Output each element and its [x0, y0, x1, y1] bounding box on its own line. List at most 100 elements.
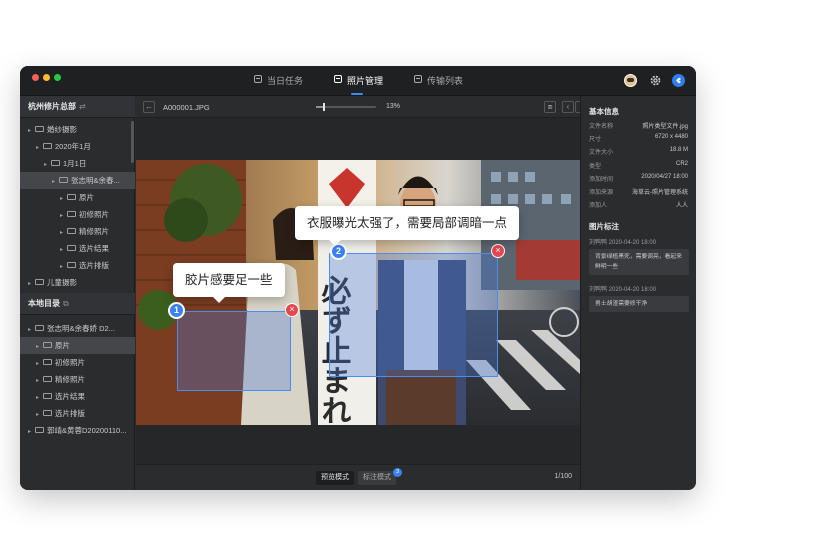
folder-item[interactable]: ▸ 儿童摄影: [20, 274, 135, 291]
folder-item[interactable]: ▸ 初修照片: [20, 206, 135, 223]
info-panel: 基本信息 文件名称 照片类型文件.jpg 尺寸 6720 x 4480 文件大小 18.8…: [580, 96, 696, 490]
annotation-comment-2-text: 衣服曝光太强了，需要局部调暗一点: [307, 215, 508, 230]
sidebar: 杭州修片总部 ⇄ ▸ 婚纱摄影 ▸ 2020年1月 ▸ 1月1日 ▸ 张志明&余春... ▸ 原片 ▸…: [20, 96, 135, 490]
folder-item[interactable]: ▸ 1月1日: [20, 155, 135, 172]
app-window: 当日任务 照片管理 传输列表 杭州修片总部 ⇄ ▸ 婚纱摄影 ▸ 2020年1月 ▸ 1月1…: [20, 66, 696, 490]
tab-label: 传输列表: [427, 76, 464, 86]
property-value: 6720 x 4480: [654, 134, 688, 141]
annotation-comment-1[interactable]: 胶片感要足一些: [173, 263, 285, 303]
user-avatar[interactable]: [624, 74, 637, 87]
folder-item[interactable]: ▸ 选片排版: [20, 257, 135, 274]
folder-icon: [35, 325, 44, 332]
tab-label: 照片管理: [347, 76, 384, 86]
folder-item[interactable]: ▸ 原片: [20, 337, 135, 354]
prev-image-icon[interactable]: ‹: [562, 101, 574, 113]
crop-icon[interactable]: ⧈: [544, 101, 556, 113]
folder-item[interactable]: ▸ 婚纱摄影: [20, 121, 135, 138]
external-link-icon[interactable]: ⧉: [63, 299, 69, 308]
annotation-region-2[interactable]: [329, 253, 498, 377]
folder-item[interactable]: ▸ 初修照片: [20, 354, 135, 371]
folder-label: 初修照片: [79, 210, 109, 219]
page-indicator: 1/100: [554, 473, 572, 480]
active-tab-indicator: [351, 93, 363, 95]
photo-manage-icon: [334, 75, 342, 83]
folder-item[interactable]: ▸ 选片结果: [20, 240, 135, 257]
property-value: 照片类型文件.jpg: [642, 124, 688, 130]
note-text[interactable]: 背景绿植黑死，需要调亮，看起来鲜明一些: [589, 249, 689, 275]
folder-label: 郭靖&黄蓉D20200110...: [47, 426, 127, 435]
folder-item[interactable]: ▸ 精修照片: [20, 371, 135, 388]
folder-item[interactable]: ▸ 张志明&余春娇 D2...: [20, 320, 135, 337]
folder-label: 初修照片: [55, 358, 85, 367]
tab-photo-management[interactable]: 照片管理: [334, 74, 384, 95]
zoom-slider-handle[interactable]: [322, 103, 325, 111]
expand-arrow-icon[interactable]: ▸: [28, 276, 34, 293]
folder-label: 儿童摄影: [47, 278, 77, 287]
folder-label: 精修照片: [79, 227, 109, 236]
annotation-region-1[interactable]: [177, 311, 291, 391]
folder-label: 选片结果: [79, 244, 109, 253]
brand-logo-icon[interactable]: [672, 74, 685, 87]
transfer-icon: [414, 75, 422, 83]
annotation-comment-2[interactable]: 衣服曝光太强了，需要局部调暗一点: [295, 206, 520, 246]
tab-daily-tasks[interactable]: 当日任务: [254, 74, 303, 94]
annotation-number-1[interactable]: 1: [168, 302, 185, 319]
annotate-mode-button[interactable]: 标注模式: [358, 471, 396, 485]
folder-icon: [35, 126, 44, 133]
expand-arrow-icon[interactable]: ▸: [28, 424, 34, 441]
folder-label: 选片排版: [79, 261, 109, 270]
note-text[interactable]: 男士胡渣需要修干净: [589, 296, 689, 312]
folder-icon: [43, 359, 52, 366]
tab-transfer-list[interactable]: 传输列表: [414, 74, 463, 94]
image-notes-title: 图片标注: [589, 222, 619, 231]
folder-item[interactable]: ▸ 选片结果: [20, 388, 135, 405]
tab-label: 当日任务: [267, 76, 304, 86]
basic-info-title: 基本信息: [589, 107, 619, 116]
back-icon[interactable]: ←: [143, 101, 155, 113]
property-value: 人人: [675, 203, 688, 210]
property-key: 添加人: [589, 203, 608, 210]
folder-item[interactable]: ▸ 张志明&余春...: [20, 172, 135, 189]
local-header-label: 本地目录: [28, 299, 60, 308]
folder-icon: [43, 143, 52, 150]
folder-label: 原片: [55, 341, 70, 350]
folder-label: 张志明&余春...: [71, 176, 120, 185]
folder-item[interactable]: ▸ 2020年1月: [20, 138, 135, 155]
switch-icon[interactable]: ⇄: [79, 102, 86, 111]
local-section-header[interactable]: 本地目录 ⧉: [20, 293, 135, 315]
folder-item[interactable]: ▸ 选片排版: [20, 405, 135, 422]
folder-icon: [43, 376, 52, 383]
delete-annotation-2-icon[interactable]: ×: [491, 244, 505, 258]
sidebar-scrollbar[interactable]: [131, 121, 134, 163]
property-key: 文件大小: [589, 150, 614, 157]
folder-item[interactable]: ▸ 精修照片: [20, 223, 135, 240]
main-tabs: 当日任务 照片管理 传输列表: [20, 66, 696, 96]
property-key: 类型: [589, 163, 602, 170]
property-value: 18.8 M: [669, 147, 688, 154]
zoom-slider[interactable]: [316, 103, 376, 111]
folder-label: 张志明&余春娇 D2...: [47, 324, 115, 333]
folder-icon: [67, 194, 76, 201]
folder-icon: [59, 177, 68, 184]
folder-icon: [35, 279, 44, 286]
delete-annotation-1-icon[interactable]: ×: [285, 303, 299, 317]
folder-item[interactable]: ▸ 郭靖&黄蓉D20200110...: [20, 422, 135, 439]
cloud-header-label: 杭州修片总部: [28, 102, 76, 111]
folder-item[interactable]: ▸ 原片: [20, 189, 135, 206]
cloud-section-header[interactable]: 杭州修片总部 ⇄: [20, 96, 135, 118]
property-value: CR2: [675, 160, 688, 167]
settings-icon[interactable]: [649, 74, 662, 87]
folder-icon: [67, 262, 76, 269]
bottom-bar: 预览模式 标注模式 3 1/100: [136, 464, 580, 490]
folder-icon: [51, 160, 60, 167]
note-meta: 刘鸭鸭 2020-04-20 18:00: [589, 240, 657, 246]
property-key: 尺寸: [589, 137, 602, 144]
preview-mode-button[interactable]: 预览模式: [316, 471, 354, 485]
folder-label: 精修照片: [55, 375, 85, 384]
property-value: 海草云-照片管理系统: [632, 190, 688, 196]
filename-label: A000001.JPG: [163, 103, 210, 112]
folder-label: 原片: [79, 193, 94, 202]
folder-icon: [43, 342, 52, 349]
annotation-comment-1-text: 胶片感要足一些: [185, 272, 273, 287]
folder-label: 婚纱摄影: [47, 125, 77, 134]
